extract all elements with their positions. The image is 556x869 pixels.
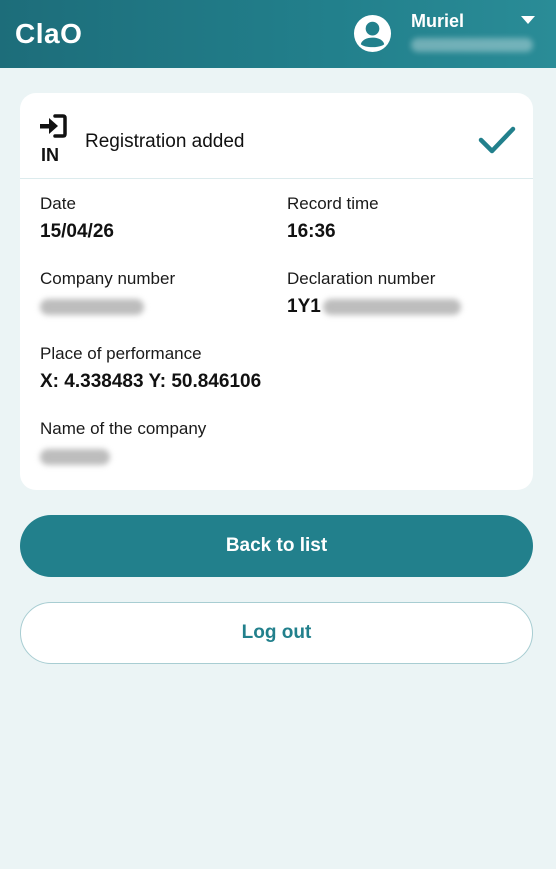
user-name: Muriel bbox=[411, 11, 465, 31]
company-name-value bbox=[40, 446, 110, 468]
declaration-number-redacted bbox=[322, 298, 461, 315]
place-of-performance-value: X: 4.338483 Y: 50.846106 bbox=[40, 371, 262, 392]
company-number-redacted bbox=[40, 298, 144, 315]
company-name-redacted bbox=[40, 448, 110, 465]
company-name-label: Name of the company bbox=[40, 419, 207, 438]
record-time-label: Record time bbox=[287, 194, 379, 213]
user-circle-icon bbox=[353, 14, 392, 53]
company-number-label: Company number bbox=[40, 269, 176, 288]
sign-in-icon bbox=[40, 114, 67, 138]
declaration-number-label: Declaration number bbox=[287, 269, 436, 288]
declaration-number-prefix: 1Y1 bbox=[287, 296, 321, 317]
declaration-number-value: 1Y1 bbox=[287, 296, 461, 318]
date-value: 15/04/26 bbox=[40, 221, 114, 242]
registration-status-title: Registration added bbox=[85, 131, 245, 152]
user-subtitle-redacted bbox=[411, 38, 533, 52]
record-time-value: 16:36 bbox=[287, 221, 336, 242]
app-logo: ClaO bbox=[15, 18, 83, 49]
top-bar: ClaO Muriel bbox=[0, 0, 556, 68]
place-of-performance-label: Place of performance bbox=[40, 344, 202, 363]
company-number-value bbox=[40, 296, 144, 318]
chevron-down-icon[interactable] bbox=[521, 16, 535, 24]
check-icon bbox=[478, 126, 516, 154]
date-label: Date bbox=[40, 194, 76, 213]
user-menu[interactable]: Muriel bbox=[353, 11, 533, 53]
registration-card-header: IN Registration added bbox=[20, 93, 533, 179]
back-to-list-button[interactable]: Back to list bbox=[20, 515, 533, 577]
log-out-button[interactable]: Log out bbox=[20, 602, 533, 664]
registration-card: IN Registration added Date 15/04/26 Reco… bbox=[20, 93, 533, 490]
direction-label: IN bbox=[41, 145, 59, 165]
